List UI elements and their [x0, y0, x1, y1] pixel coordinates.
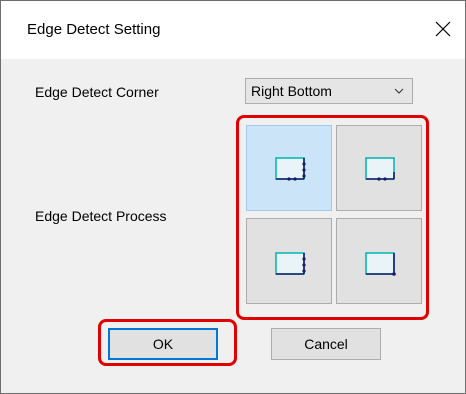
edge-detect-process-label: Edge Detect Process	[35, 208, 167, 224]
edge-detect-corner-label: Edge Detect Corner	[35, 84, 159, 100]
corner-point-icon	[365, 252, 396, 276]
corner-select-value: Right Bottom	[251, 83, 332, 99]
dialog-title: Edge Detect Setting	[27, 21, 161, 38]
edge-detect-corner-select[interactable]: Right Bottom	[245, 78, 413, 104]
title-bar: Edge Detect Setting	[1, 1, 465, 59]
edge-detect-dialog: Edge Detect Setting Edge Detect Corner R…	[0, 0, 466, 394]
right-edge-scan-icon	[275, 252, 306, 275]
process-option-corner-left-scan[interactable]	[336, 125, 422, 211]
ok-button[interactable]: OK	[108, 328, 218, 360]
cancel-button[interactable]: Cancel	[271, 328, 381, 360]
chevron-down-icon	[394, 88, 404, 94]
process-option-right-edge-scan[interactable]	[246, 218, 332, 304]
process-option-corner-point[interactable]	[336, 218, 422, 304]
close-icon[interactable]	[433, 19, 453, 39]
corner-with-edge-scan-icon	[275, 157, 306, 181]
corner-left-scan-icon	[365, 157, 395, 181]
process-option-corner-with-edge-scan[interactable]	[246, 125, 332, 211]
